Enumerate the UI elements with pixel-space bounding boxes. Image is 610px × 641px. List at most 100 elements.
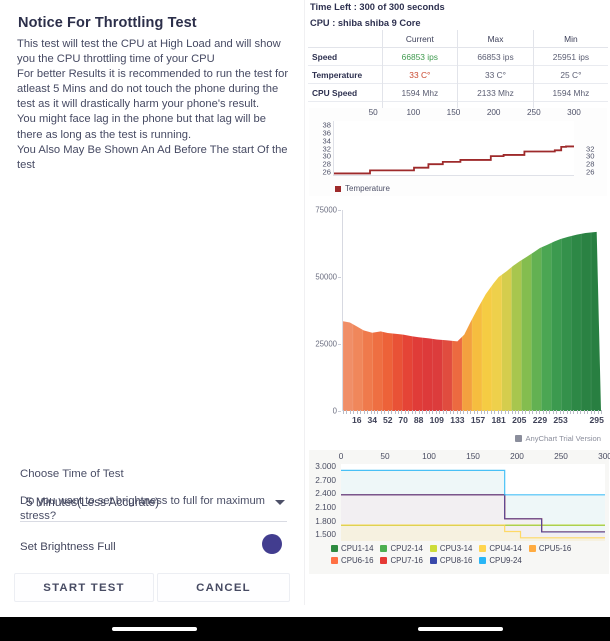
minor-tick [490,410,492,414]
y-tick-label: 3.000 [315,461,336,472]
start-test-button[interactable]: START TEST [14,573,154,602]
legend-item[interactable]: CPU2-14 [380,544,423,553]
cpu-throttling-results-pane: Time Left : 300 of 300 seconds CPU : shi… [305,0,610,605]
minor-tick [487,410,489,414]
anychart-watermark: AnyChart Trial Version [515,434,601,443]
table-header-row: Current Max Min [308,30,608,48]
table-cell-max: 33 C° [457,65,534,84]
minor-tick [360,410,362,414]
temperature-y-axis-left: 38 36 34 32 30 28 26 [310,120,332,177]
minor-tick [380,410,382,414]
notice-body: This test will test the CPU at High Load… [17,37,293,173]
minor-tick [384,410,386,414]
y-tick-label: 2.700 [315,474,336,485]
minor-tick [404,410,406,414]
gesture-bar-left[interactable] [112,627,197,631]
x-tick-label: 200 [486,108,501,117]
legend-swatch-temperature [335,185,341,192]
legend-item[interactable]: CPU1-14 [331,544,373,553]
minor-tick [466,410,468,414]
minor-tick [494,410,496,414]
table-row: Speed 66853 ips 66853 ips 25951 ips [308,47,608,66]
x-tick-label: 70 [398,415,408,425]
page-title: Notice For Throttling Test [18,15,197,31]
y-tick-label-right: 26 [586,167,595,177]
gesture-bar-right[interactable] [418,627,503,631]
minor-tick [346,410,348,414]
minor-tick [415,410,417,414]
legend-item[interactable]: CPU9-24 [479,556,522,565]
minor-tick [408,410,410,414]
table-row-label: CPU Speed [312,87,358,98]
minor-tick [356,410,358,414]
x-tick-label: 150 [466,451,480,461]
minor-tick [401,410,403,414]
legend-label: CPU6-16 [341,556,374,565]
table-cell-min: 25 C° [532,65,608,84]
x-tick-label: 50 [368,108,378,117]
table-cell-current: 1594 Mhz [381,83,458,102]
legend-swatch [479,557,487,564]
minor-tick [463,410,465,414]
minor-tick [576,410,578,414]
cpu-name-label: CPU : shiba shiba 9 Core [310,18,421,28]
cores-line-series [341,464,605,541]
minor-tick [370,410,372,414]
minor-tick [473,410,475,414]
y-tick-label: 1.800 [315,515,336,526]
x-tick-label: 157 [470,415,486,425]
set-brightness-full-toggle[interactable] [262,534,282,554]
minor-tick [456,410,458,414]
minor-tick [504,410,506,414]
table-row: CPU Speed 1594 Mhz 2133 Mhz 1594 Mhz [308,83,608,102]
y-tick-label: 75000 [315,205,337,215]
x-tick-label: 253 [553,415,568,425]
legend-item[interactable]: CPU5-16 [528,544,571,553]
minor-tick [418,410,420,414]
cpu-cores-chart[interactable]: 0 50 100 150 200 250 300 3.000 2.700 2.400 2.100 1… [309,450,610,574]
table-column-header: Max [457,30,534,48]
cores-plot-area [341,464,605,541]
table-column-header [308,30,382,48]
minor-tick [583,410,585,414]
x-tick-label: 150 [446,108,461,117]
cpu-stats-table: Current Max Min Speed 66853 ips 66853 ips 259… [308,30,608,119]
app-screenshot: Notice For Throttling Test This test wil… [0,0,610,641]
temperature-chart[interactable]: 50 100 150 200 250 300 38 36 34 32 30 28 26 32 30 28 2… [309,108,607,196]
x-tick-label: 16 [351,415,362,425]
table-row-label: Speed [312,51,338,62]
minor-tick [435,410,437,414]
y-tick-label: 1.500 [315,529,336,540]
legend-item[interactable]: CPU7-16 [380,556,423,565]
minor-tick [484,410,486,414]
minor-tick [497,410,499,414]
legend-swatch [380,545,388,552]
temperature-y-axis-right: 32 30 28 26 [584,121,606,177]
y-tick-label: 26 [322,167,331,177]
legend-label: CPU8-16 [439,556,473,565]
minor-tick [391,410,393,414]
minor-tick [453,410,455,414]
table-row: Temperature 33 C° 33 C° 25 C° [308,65,608,84]
minor-tick [422,410,424,414]
notice-line: This test will test the CPU at High Load… [17,38,281,66]
x-tick-label: 133 [450,415,465,425]
y-tick-label: 0 [332,406,337,416]
cancel-button[interactable]: CANCEL [157,573,290,602]
speed-area-chart[interactable]: 0 25000 50000 75000 16 34 52 70 88 109 133 157 181 2… [309,202,607,445]
legend-item[interactable]: CPU4-14 [479,544,522,553]
legend-item[interactable]: CPU8-16 [429,556,473,565]
legend-item[interactable]: CPU3-14 [429,544,472,553]
minor-tick [594,410,596,414]
x-tick-label: 300 [567,108,581,117]
legend-label: CPU4-14 [489,544,522,553]
choose-time-label: Choose Time of Test [20,468,124,480]
x-tick-label: 50 [380,451,390,461]
y-tick-label: 2.100 [315,502,336,513]
legend-item[interactable]: CPU6-16 [331,556,373,565]
x-tick-label: 34 [367,415,378,425]
minor-tick [425,410,427,414]
x-tick-label: 200 [510,451,524,461]
x-tick-label: 181 [491,415,506,425]
minor-tick [477,410,479,414]
